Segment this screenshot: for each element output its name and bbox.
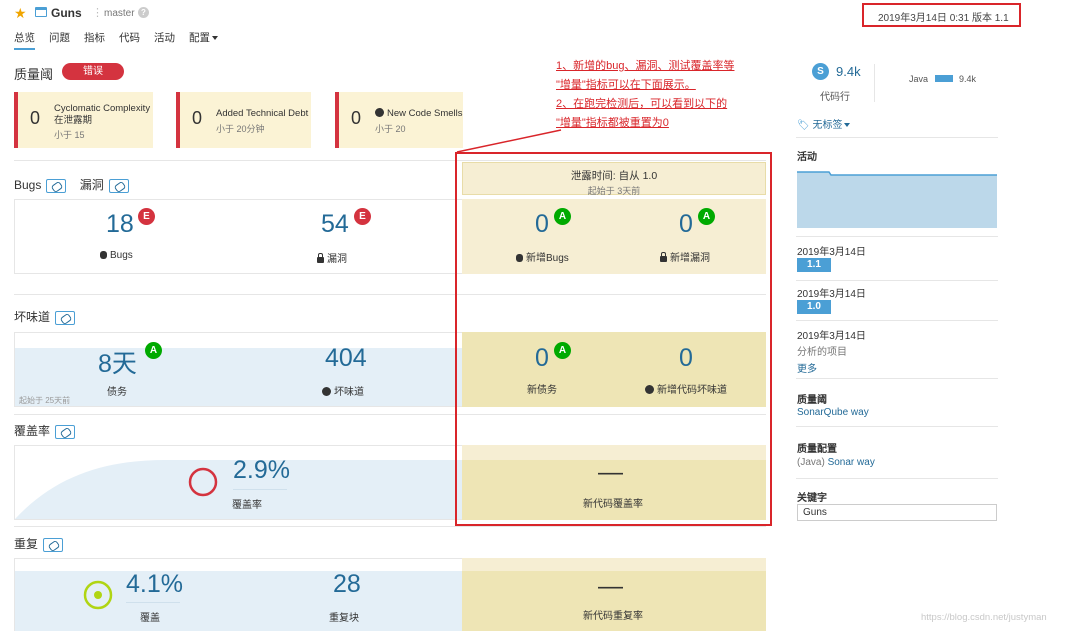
smells-label: 坏味道: [322, 383, 364, 398]
event-version-2[interactable]: 1.0: [797, 300, 831, 314]
help-icon[interactable]: ?: [138, 7, 149, 18]
divider: [796, 320, 998, 321]
debt-rating[interactable]: A: [145, 342, 162, 359]
debt-label: 债务: [107, 387, 127, 398]
bugs-vuln-section-title: Bugs 漏洞: [14, 176, 129, 193]
bugs-rating[interactable]: E: [138, 208, 155, 225]
event-date-3: 2019年3月14日: [797, 331, 866, 342]
smells-value[interactable]: 404: [325, 344, 367, 373]
divider: [796, 478, 998, 479]
bugs-link-icon[interactable]: [46, 178, 67, 193]
caret-down-icon: [844, 123, 851, 128]
dup-value[interactable]: 4.1%: [126, 570, 183, 599]
bugs-label: Bugs: [100, 250, 133, 261]
divider: [14, 526, 766, 527]
activity-title: 活动: [797, 152, 817, 163]
loc-label: 代码行: [820, 92, 850, 103]
divider: [796, 236, 998, 237]
new-dup-label: 新代码重复率: [583, 611, 643, 622]
project-icon: [35, 7, 47, 17]
nav-issues[interactable]: 问题: [49, 30, 70, 50]
annotation-note: 1、新增的bug、漏洞、测试覆盖率等 "增量"指标可以在下面展示。 2、在跑完检…: [556, 60, 735, 129]
vuln-value[interactable]: 54: [321, 210, 349, 239]
divider: [233, 489, 287, 490]
dup-leak-top: [462, 558, 766, 571]
coverage-value[interactable]: 2.9%: [233, 456, 290, 485]
lock-icon: [317, 253, 324, 263]
more-link[interactable]: 更多: [797, 360, 817, 375]
dup-section-title: 重复: [14, 535, 64, 552]
nav-measures[interactable]: 指标: [84, 30, 105, 50]
gate-condition-tech-debt[interactable]: 0 Added Technical Debt 小于 20分钟: [176, 92, 311, 148]
sidebar-qp-title: 质量配置: [797, 444, 837, 455]
coverage-label: 覆盖率: [232, 500, 262, 511]
branch-icon: ⋮: [92, 7, 103, 19]
quality-gate-title: 质量阈: [14, 67, 54, 82]
debt-history-area: [15, 348, 462, 406]
favorite-star-icon[interactable]: ★: [14, 5, 27, 22]
loc-value[interactable]: 9.4k: [836, 64, 861, 79]
analysis-date-version: 2019年3月14日 0:31 版本 1.1: [862, 3, 1021, 27]
project-key-field[interactable]: Guns: [797, 504, 997, 521]
divider: [796, 378, 998, 379]
nav-overview[interactable]: 总览: [14, 30, 35, 50]
lang-bar: [935, 75, 953, 82]
caret-down-icon: [212, 36, 218, 41]
lang-name: Java: [909, 74, 929, 84]
project-name[interactable]: Guns: [51, 6, 82, 20]
coverage-section-title: 覆盖率: [14, 422, 76, 439]
debt-value[interactable]: 8天: [98, 344, 137, 380]
debt-since: 起始于 25天前: [19, 396, 71, 405]
smells-section-title: 坏味道: [14, 308, 76, 325]
event-text-3: 分析的项目: [797, 347, 847, 358]
dup-blocks-value[interactable]: 28: [333, 570, 361, 599]
bugs-value[interactable]: 18: [106, 210, 134, 239]
sidebar-qp-row: (Java) Sonar way: [797, 457, 875, 468]
divider: [796, 426, 998, 427]
gate-condition-complexity[interactable]: 0 Cyclomatic Complexity 在泄露期 小于 15: [14, 92, 153, 148]
nav-code[interactable]: 代码: [119, 30, 140, 50]
new-dup-value[interactable]: —: [598, 572, 623, 601]
annotation-arrow-line: [456, 129, 562, 153]
divider: [126, 602, 180, 603]
sidebar-qg-title: 质量阈: [797, 395, 827, 406]
tags-dropdown[interactable]: 🏷 无标签: [797, 116, 851, 131]
smells-link-icon[interactable]: [55, 310, 76, 325]
event-date-1: 2019年3月14日: [797, 247, 866, 258]
event-version-1[interactable]: 1.1: [797, 258, 831, 272]
highlight-box: [455, 152, 772, 526]
watermark: https://blog.csdn.net/justyman: [921, 612, 1047, 623]
tag-icon: 🏷: [797, 120, 810, 131]
gate-condition-new-smells[interactable]: 0 New Code Smells 小于 20: [335, 92, 463, 148]
divider: [796, 280, 998, 281]
branch-name[interactable]: master: [104, 8, 135, 19]
divider: [874, 64, 875, 102]
nav-configuration[interactable]: 配置: [189, 30, 218, 50]
sidebar-qp-link[interactable]: Sonar way: [828, 457, 875, 468]
loc-icon: S: [812, 63, 829, 80]
divider: [796, 137, 998, 138]
coverage-link-icon[interactable]: [55, 424, 76, 439]
activity-graph: [797, 171, 997, 228]
vuln-label: 漏洞: [317, 250, 347, 265]
bug-icon: [100, 251, 107, 259]
dup-donut: [83, 580, 113, 610]
nav-activity[interactable]: 活动: [154, 30, 175, 50]
vuln-rating[interactable]: E: [354, 208, 371, 225]
lang-value: 9.4k: [959, 74, 977, 84]
code-smell-icon: [322, 387, 331, 396]
project-nav: 总览 问题 指标 代码 活动 配置: [14, 30, 232, 50]
sidebar-key-title: 关键字: [797, 493, 827, 504]
coverage-donut: [188, 467, 218, 497]
event-date-2: 2019年3月14日: [797, 289, 866, 300]
dup-label: 覆盖: [140, 613, 160, 624]
dup-blocks-label: 重复块: [329, 613, 359, 624]
dup-link-icon[interactable]: [43, 537, 64, 552]
sidebar-qg-link[interactable]: SonarQube way: [797, 407, 869, 418]
code-smell-icon: [375, 108, 384, 117]
quality-gate-status-badge: 错误: [62, 63, 124, 80]
vuln-link-icon[interactable]: [108, 178, 129, 193]
